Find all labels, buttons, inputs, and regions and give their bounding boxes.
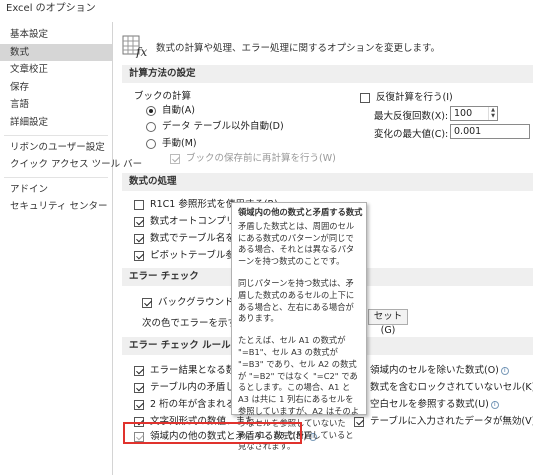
sidebar-item-save[interactable]: 保存 — [0, 79, 112, 97]
rule-unlocked-cells-checkbox[interactable]: 数式を含むロックされていないセル(K)i — [354, 379, 533, 393]
checkbox-icon — [170, 153, 180, 164]
sidebar-item-advanced[interactable]: 詳細設定 — [0, 114, 112, 132]
sidebar-item-language[interactable]: 言語 — [0, 96, 112, 114]
rule-label: 数式を含むロックされていないセル(K) — [370, 382, 533, 393]
max-change-label: 変化の最大値(C): — [374, 129, 449, 140]
max-iterations-value: 100 — [454, 108, 473, 119]
rule-label: テーブルに入力されたデータが無効(V) — [370, 416, 533, 427]
info-icon: i — [490, 400, 499, 409]
radio-manual-label: 手動(M) — [162, 138, 197, 149]
max-iterations-stepper[interactable]: 100 ▲ ▼ — [450, 106, 498, 121]
checkbox-icon — [134, 216, 144, 227]
checkbox-icon — [134, 233, 144, 244]
recalc-before-save-label: ブックの保存前に再計算を行う(W) — [186, 153, 336, 164]
tooltip-paragraph-2: 同じパターンを持つ数式は、矛盾した数式のあるセルの上下にある場合と、左右にある場… — [238, 277, 355, 324]
radio-auto-label: 自動(A) — [162, 105, 195, 116]
iterative-calc-label: 反復計算を行う(I) — [376, 92, 453, 103]
tooltip-title: 領域内の他の数式と矛盾する数式 — [238, 207, 363, 217]
radio-auto-except-tables[interactable]: データ テーブル以外自動(D) — [146, 118, 284, 132]
section-formulas: 数式の処理 — [122, 173, 533, 191]
radio-manual[interactable]: 手動(M) — [146, 135, 197, 149]
sidebar-item-addins[interactable]: アドイン — [0, 181, 112, 199]
svg-text:fx: fx — [135, 45, 147, 58]
checkbox-icon — [134, 382, 144, 393]
sidebar-item-general[interactable]: 基本設定 — [0, 26, 112, 44]
radio-icon — [146, 138, 156, 149]
page-description: 数式の計算や処理、エラー処理に関するオプションを変更します。 — [156, 43, 441, 54]
formula-icon: fx — [122, 34, 148, 61]
section-calculation: 計算方法の設定 — [122, 65, 533, 83]
rule-omits-cells-checkbox[interactable]: 領域内のセルを除いた数式(O) i — [354, 362, 509, 376]
rule-invalid-table-data-checkbox[interactable]: テーブルに入力されたデータが無効(V)i — [354, 413, 533, 427]
page-header: fx 数式の計算や処理、エラー処理に関するオプションを変更します。 — [122, 32, 440, 62]
sidebar-item-proofing[interactable]: 文章校正 — [0, 61, 112, 79]
highlight-box — [123, 422, 302, 444]
sidebar-item-quick-access[interactable]: クイック アクセス ツール バー — [0, 156, 142, 174]
sidebar: 基本設定 数式 文章校正 保存 言語 詳細設定 リボンのユーザー設定 クイック … — [0, 22, 142, 475]
max-change-input[interactable]: 0.001 — [450, 124, 530, 139]
window-title: Excel のオプション — [6, 3, 96, 14]
info-icon: i — [500, 366, 509, 375]
iterative-calc-checkbox[interactable]: 反復計算を行う(I) — [360, 89, 453, 103]
radio-icon — [146, 121, 156, 132]
recalc-before-save-checkbox[interactable]: ブックの保存前に再計算を行う(W) — [170, 150, 336, 164]
checkbox-icon — [142, 297, 152, 308]
workbook-calc-label: ブックの計算 — [134, 91, 192, 102]
radio-auto[interactable]: 自動(A) — [146, 102, 195, 116]
checkbox-icon — [134, 365, 144, 376]
checkbox-icon — [134, 399, 144, 410]
spin-arrows-icon[interactable]: ▲ ▼ — [488, 107, 497, 120]
checkbox-icon — [134, 199, 144, 210]
radio-icon — [146, 105, 156, 116]
sidebar-item-trust-center[interactable]: セキュリティ センター — [0, 198, 112, 216]
tooltip: 領域内の他の数式と矛盾する数式 矛盾した数式とは、周囲のセルにある数式のパターン… — [231, 202, 367, 451]
sidebar-item-formulas[interactable]: 数式 — [0, 43, 112, 62]
sidebar-divider — [4, 176, 108, 178]
checkbox-icon — [360, 92, 370, 103]
reset-ignored-errors-button[interactable]: セット(G) — [368, 309, 408, 336]
checkbox-icon — [134, 250, 144, 261]
max-iterations-label: 最大反復回数(X): — [374, 111, 449, 122]
rule-label: 領域内のセルを除いた数式(O) — [370, 365, 499, 376]
rule-label: 空白セルを参照する数式(U) — [370, 399, 489, 410]
tooltip-paragraph-1: 矛盾した数式とは、周囲のセルにある数式のパターンが同じである場合、それとは異なる… — [238, 220, 355, 267]
sidebar-divider — [4, 134, 108, 136]
radio-auto-except-label: データ テーブル以外自動(D) — [162, 121, 284, 132]
sidebar-item-customize-ribbon[interactable]: リボンのユーザー設定 — [0, 139, 112, 157]
rule-empty-cells-checkbox[interactable]: 空白セルを参照する数式(U) i — [354, 396, 499, 410]
